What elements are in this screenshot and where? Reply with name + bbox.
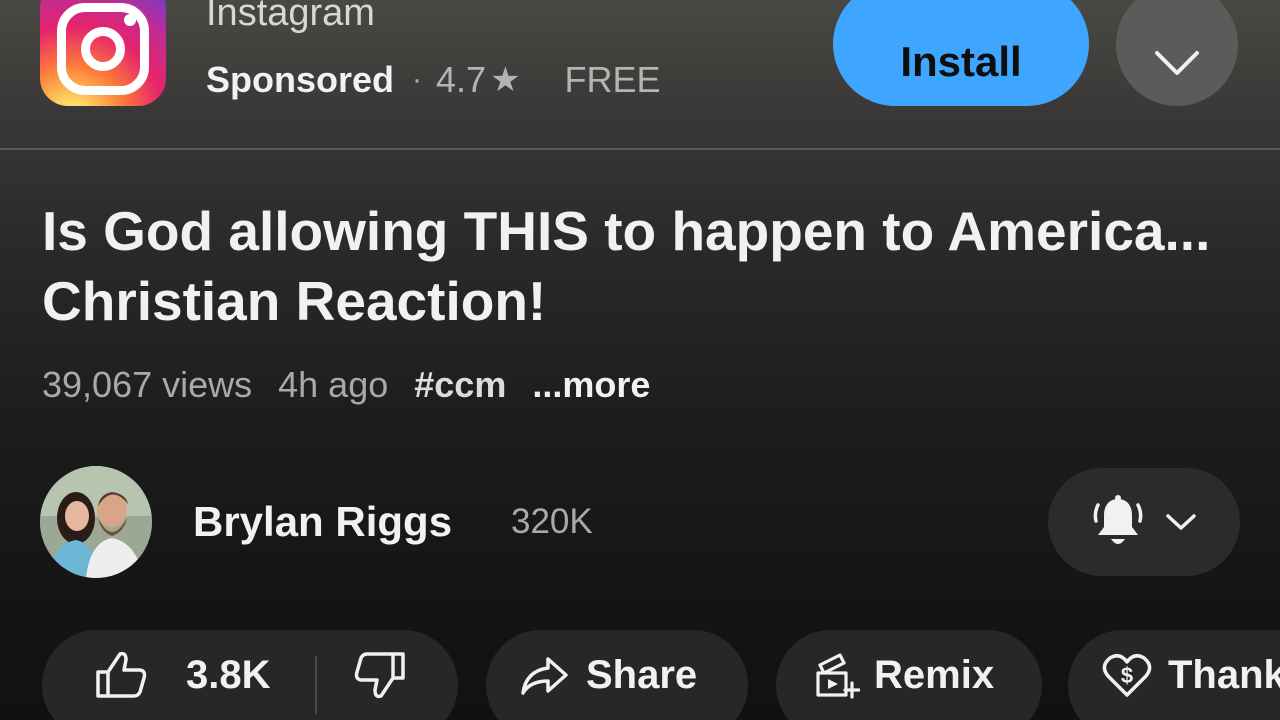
install-button[interactable]: Install [833,0,1089,106]
remix-button[interactable]: Remix [776,630,1042,720]
action-chips: 3.8K Share Remix $ Thank [0,630,1280,720]
chevron-down-icon [1166,514,1196,530]
ad-expand-button[interactable] [1116,0,1238,106]
share-label: Share [586,652,698,697]
subscriber-count: 320K [511,502,593,541]
remix-label: Remix [874,652,995,697]
svg-text:$: $ [1121,663,1133,688]
instagram-logo-icon[interactable] [40,0,166,106]
remix-icon [816,653,860,699]
view-count: 39,067 views [42,364,253,405]
heart-dollar-icon: $ [1102,654,1152,697]
share-arrow-icon [521,657,568,695]
avatar[interactable] [40,466,152,578]
notification-bell-button[interactable] [1048,468,1240,576]
hashtag-link[interactable]: #ccm [414,364,506,406]
video-meta-row[interactable]: 39,067 views 4h ago #ccm ...more [42,362,650,408]
avatar-photo [40,466,152,578]
meta-separator: · [412,63,423,96]
share-button[interactable]: Share [486,630,748,720]
ad-meta: Sponsored · 4.7 ★ FREE [206,58,661,102]
thumbs-up-icon[interactable] [94,650,148,700]
chevron-down-icon [1155,51,1199,75]
ad-app-name: Instagram [206,0,375,34]
video-watch-page: Instagram Sponsored · 4.7 ★ FREE Install… [0,0,1280,720]
divider [0,148,1280,150]
sponsored-label: Sponsored [206,59,395,100]
thanks-label: Thanks [1168,652,1280,697]
bell-icon [1093,495,1143,544]
app-price: FREE [564,59,661,100]
more-link[interactable]: ...more [532,364,650,406]
thumbs-down-icon[interactable] [353,650,407,700]
star-icon: ★ [490,61,521,99]
divider [315,656,317,714]
thanks-button[interactable]: $ Thanks [1068,630,1280,720]
sponsored-ad-bar[interactable]: Instagram Sponsored · 4.7 ★ FREE Install [0,0,1280,148]
app-rating: 4.7 [436,59,487,100]
channel-name[interactable]: Brylan Riggs [193,498,452,546]
like-count: 3.8K [186,652,271,697]
upload-age: 4h ago [278,364,389,405]
video-title[interactable]: Is God allowing THIS to happen to Americ… [42,196,1242,336]
like-dislike-chip: 3.8K [42,630,458,720]
